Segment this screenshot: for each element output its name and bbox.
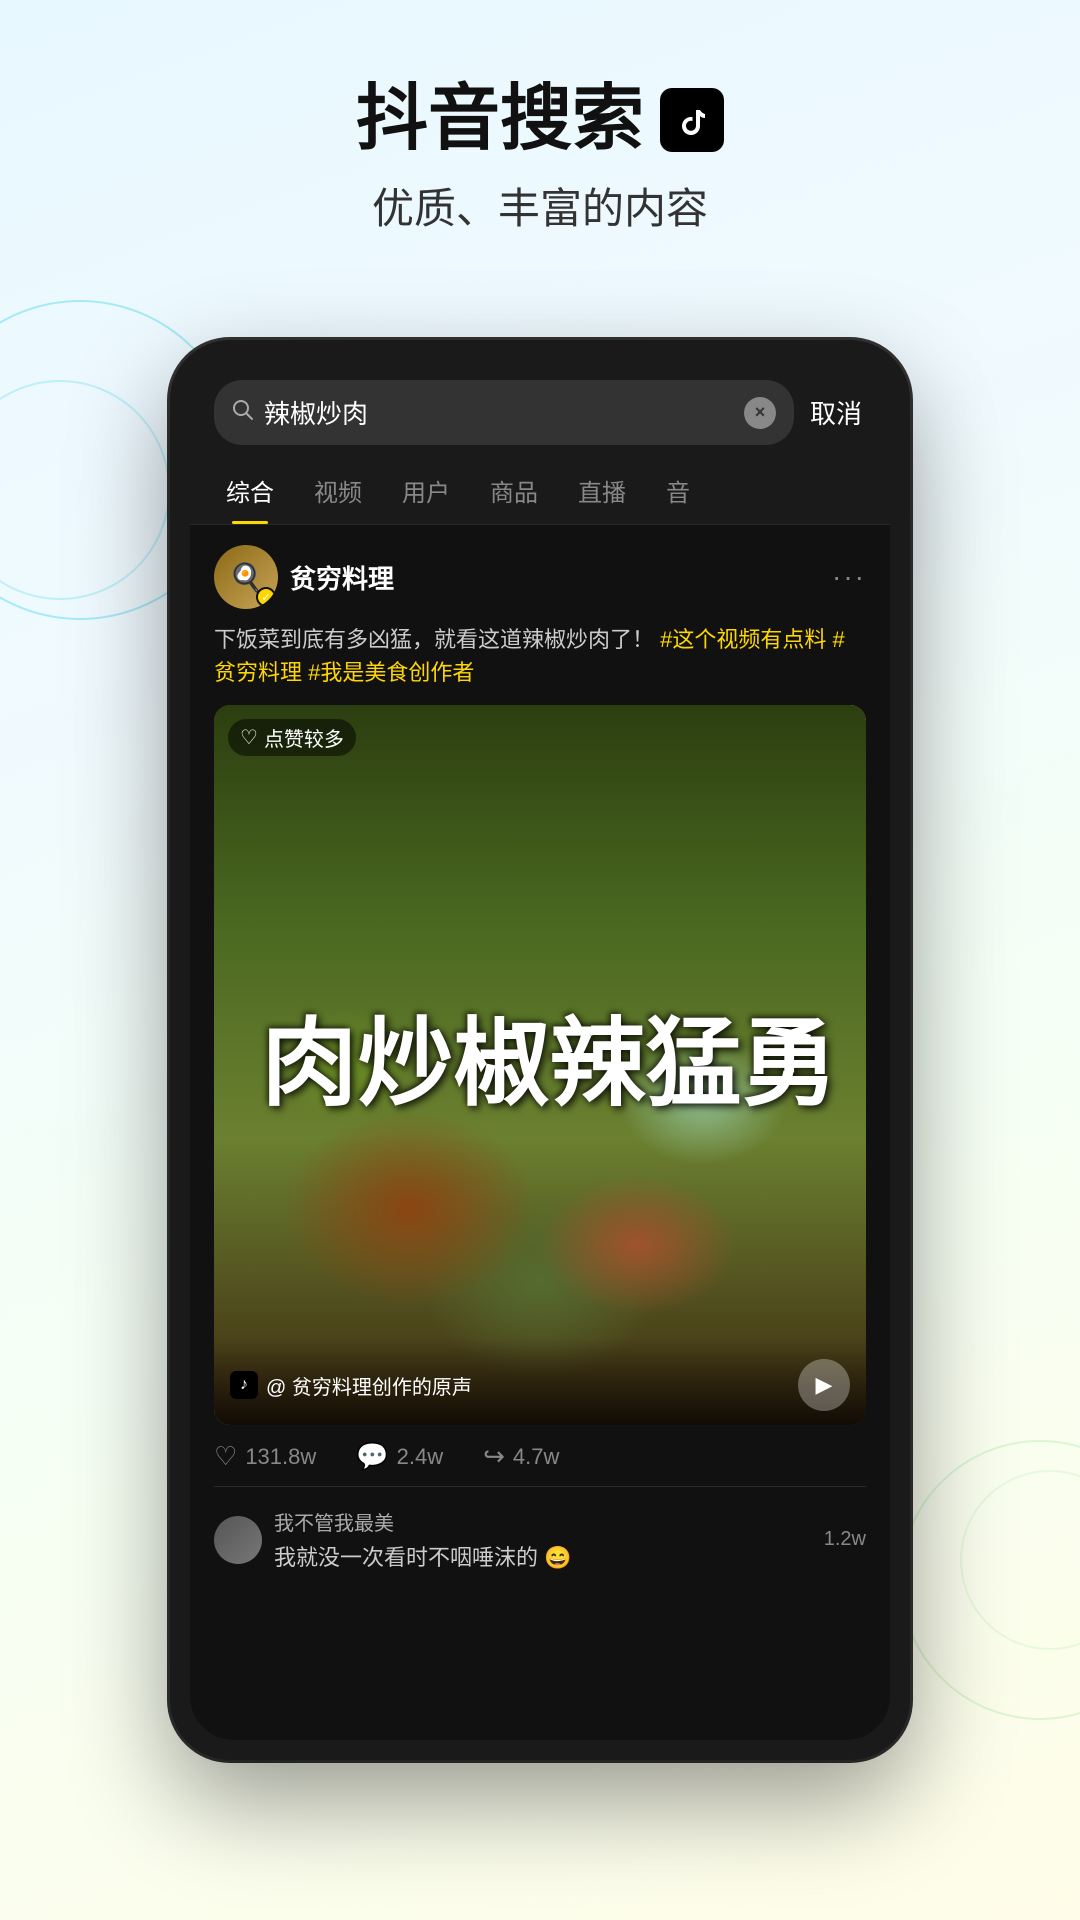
like-icon: ♡ xyxy=(214,1441,237,1472)
video-text-overlay: 勇猛辣椒炒肉 xyxy=(214,705,866,1425)
shares-stat[interactable]: ↪ 4.7w xyxy=(483,1441,559,1472)
tab-live[interactable]: 直播 xyxy=(558,457,646,524)
video-thumbnail[interactable]: ♡ 点赞较多 勇猛辣椒炒肉 ♪ @ 贫穷料理创作的原声 xyxy=(214,705,866,1425)
verified-badge: ✓ xyxy=(256,587,276,607)
search-cancel-button[interactable]: 取消 xyxy=(806,394,866,431)
tab-audio[interactable]: 音 xyxy=(646,457,710,524)
post-desc-text: 下饭菜到底有多凶猛，就看这道辣椒炒肉了！ xyxy=(214,627,654,652)
search-bar: 辣椒炒肉 × 取消 xyxy=(190,360,890,457)
username: 贫穷料理 xyxy=(290,559,394,596)
tab-comprehensive[interactable]: 综合 xyxy=(206,457,294,524)
phone-frame: 辣椒炒肉 × 取消 综合 视频 用户 商品 xyxy=(170,340,910,1760)
app-subtitle: 优质、丰富的内容 xyxy=(0,175,1080,236)
comments-stat[interactable]: 💬 2.4w xyxy=(356,1441,443,1472)
video-overlay-text: 勇猛辣椒炒肉 xyxy=(252,1012,828,1118)
comment-text: 我就没一次看时不咽唾沫的 😄 xyxy=(274,1540,572,1572)
play-button[interactable]: ▶ xyxy=(798,1359,850,1411)
title-text: 抖音搜索 xyxy=(356,80,644,159)
comment-icon: 💬 xyxy=(356,1441,388,1472)
video-bottom-bar: ♪ @ 贫穷料理创作的原声 ▶ xyxy=(214,1339,866,1425)
likes-stat[interactable]: ♡ 131.8w xyxy=(214,1441,316,1472)
avatar: 🍳 ✓ xyxy=(214,545,278,609)
comment-row: 我不管我最美 我就没一次看时不咽唾沫的 😄 1.2w xyxy=(214,1499,866,1580)
search-tabs: 综合 视频 用户 商品 直播 音 xyxy=(190,457,890,525)
phone-screen: 辣椒炒肉 × 取消 综合 视频 用户 商品 xyxy=(190,360,890,1740)
tiktok-note-icon: ♪ xyxy=(230,1371,258,1399)
user-info[interactable]: 🍳 ✓ 贫穷料理 xyxy=(214,545,394,609)
search-clear-button[interactable]: × xyxy=(744,397,776,429)
comment-content: 我不管我最美 我就没一次看时不咽唾沫的 😄 xyxy=(274,1507,572,1572)
likes-count: 131.8w xyxy=(245,1444,316,1470)
more-options-icon[interactable]: ··· xyxy=(832,561,866,593)
search-icon xyxy=(232,399,254,427)
tab-product[interactable]: 商品 xyxy=(470,457,558,524)
phone-mockup: 辣椒炒肉 × 取消 综合 视频 用户 商品 xyxy=(170,340,910,1760)
shares-count: 4.7w xyxy=(513,1444,559,1470)
search-query: 辣椒炒肉 xyxy=(264,394,734,431)
post-header: 🍳 ✓ 贫穷料理 ··· xyxy=(214,545,866,609)
audio-text: @ 贫穷料理创作的原声 xyxy=(266,1371,472,1400)
comments-count: 2.4w xyxy=(397,1444,443,1470)
tiktok-logo-icon xyxy=(660,88,724,152)
tab-user[interactable]: 用户 xyxy=(382,457,470,524)
commenter-avatar xyxy=(214,1516,262,1564)
search-results: 🍳 ✓ 贫穷料理 ··· 下饭菜到底有多凶猛，就看这道辣椒炒肉了！ #这个视频有… xyxy=(190,525,890,1580)
app-title: 抖音搜索 xyxy=(0,80,1080,159)
post-stats: ♡ 131.8w 💬 2.4w ↪ 4.7w xyxy=(214,1425,866,1486)
share-icon: ↪ xyxy=(483,1441,505,1472)
comment-preview: 我不管我最美 我就没一次看时不咽唾沫的 😄 1.2w xyxy=(214,1486,866,1580)
post-card: 🍳 ✓ 贫穷料理 ··· 下饭菜到底有多凶猛，就看这道辣椒炒肉了！ #这个视频有… xyxy=(190,525,890,1580)
header: 抖音搜索 优质、丰富的内容 xyxy=(0,0,1080,276)
commenter-name: 我不管我最美 xyxy=(274,1507,572,1536)
search-input-container[interactable]: 辣椒炒肉 × xyxy=(214,380,794,445)
tab-video[interactable]: 视频 xyxy=(294,457,382,524)
post-description: 下饭菜到底有多凶猛，就看这道辣椒炒肉了！ #这个视频有点料 #贫穷料理 #我是美… xyxy=(214,623,866,689)
comment-likes-count: 1.2w xyxy=(824,1528,866,1551)
audio-info: ♪ @ 贫穷料理创作的原声 xyxy=(230,1371,472,1400)
